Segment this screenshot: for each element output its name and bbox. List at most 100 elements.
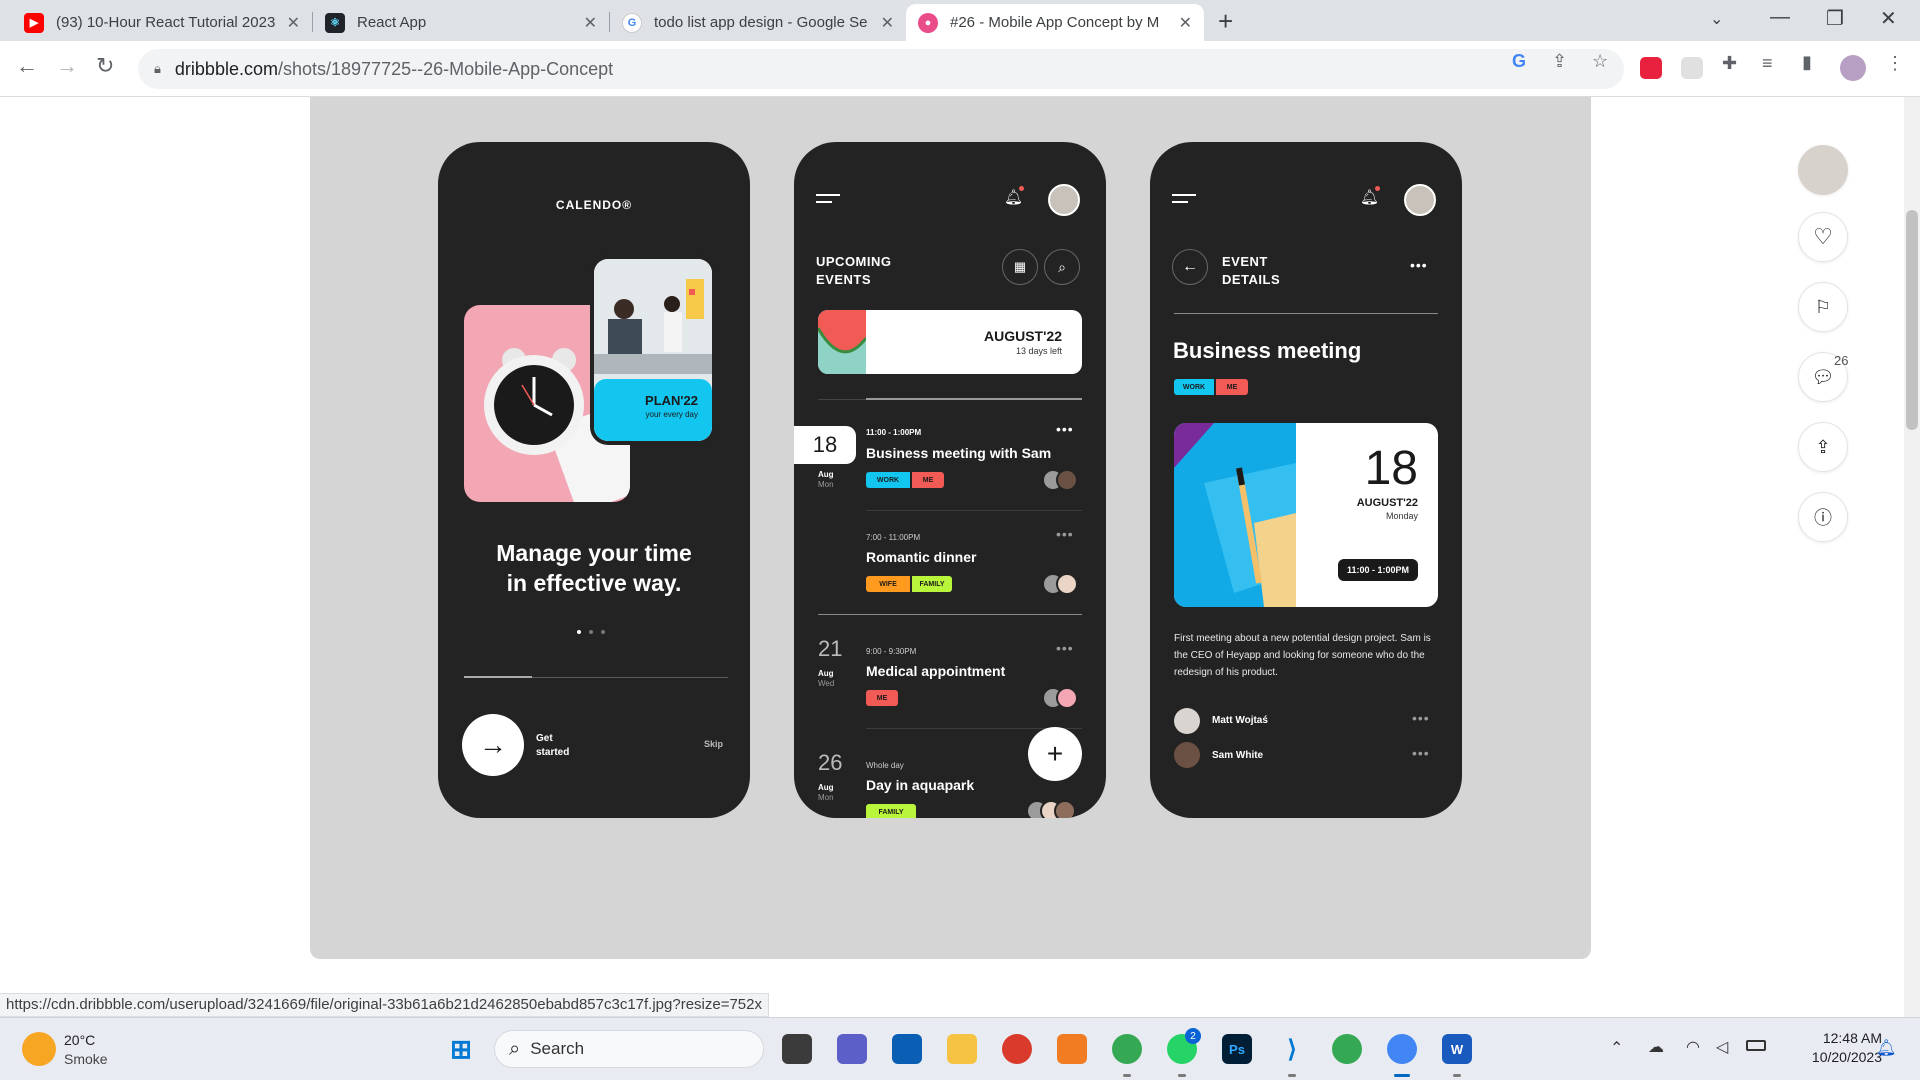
extensions-puzzle-icon[interactable]: ✚ bbox=[1722, 53, 1737, 74]
minimize-icon[interactable]: — bbox=[1770, 6, 1790, 29]
shot-canvas: CALENDO® PLAN'22 your every day Manage y… bbox=[310, 97, 1591, 959]
notification-bell-icon[interactable]: 🔔︎ bbox=[1876, 1038, 1896, 1058]
event-date: Aug Wed bbox=[818, 669, 835, 688]
close-tab-icon[interactable]: ✕ bbox=[881, 13, 894, 33]
user-avatar[interactable] bbox=[1404, 184, 1436, 216]
more-options-icon[interactable]: ••• bbox=[1410, 257, 1428, 273]
tab-youtube[interactable]: ▶ (93) 10-Hour React Tutorial 2023 ✕ bbox=[12, 4, 312, 41]
event-details-screen: 🔔︎ ← EVENT DETAILS ••• Business meeting … bbox=[1150, 142, 1462, 818]
more-options-icon[interactable]: ••• bbox=[1412, 710, 1430, 726]
url-host: dribbble.com bbox=[174, 58, 278, 79]
event-day-selected[interactable]: 18 bbox=[794, 426, 856, 464]
progress-fill bbox=[464, 676, 532, 678]
search-icon: ⌕ bbox=[509, 1037, 521, 1060]
month-card-title: AUGUST'22 bbox=[983, 328, 1062, 344]
tab-google-search[interactable]: G todo list app design - Google Se ✕ bbox=[610, 4, 906, 41]
forward-icon[interactable]: → bbox=[56, 53, 78, 79]
more-options-icon[interactable]: ••• bbox=[1056, 526, 1074, 542]
volume-icon[interactable]: ◁ bbox=[1716, 1037, 1728, 1057]
share-icon: ⇪ bbox=[1815, 436, 1831, 457]
add-event-button[interactable]: + bbox=[1028, 727, 1082, 781]
info-button[interactable]: ⓘ bbox=[1798, 492, 1848, 542]
side-panel-icon[interactable]: ▮ bbox=[1802, 52, 1812, 73]
bookmark-star-icon[interactable]: ☆ bbox=[1592, 51, 1608, 72]
hamburger-menu-icon[interactable] bbox=[1172, 194, 1196, 203]
weather-temp[interactable]: 20°C bbox=[64, 1032, 95, 1048]
designer-avatar[interactable] bbox=[1798, 145, 1848, 195]
event-title[interactable]: Medical appointment bbox=[866, 663, 1005, 679]
word-icon[interactable]: W bbox=[1442, 1034, 1472, 1064]
address-bar[interactable]: 🔒︎ dribbble.com/shots/18977725--26-Mobil… bbox=[138, 49, 1624, 89]
file-explorer-icon[interactable] bbox=[947, 1034, 977, 1064]
event-date-card: 18 AUGUST'22 Monday 11:00 - 1:00PM bbox=[1174, 423, 1438, 607]
event-day[interactable]: 26 bbox=[818, 750, 842, 776]
user-avatar[interactable] bbox=[1048, 184, 1080, 216]
more-options-icon[interactable]: ••• bbox=[1412, 745, 1430, 761]
more-options-icon[interactable]: ••• bbox=[1056, 640, 1074, 656]
attendee-name[interactable]: Matt Wojtaś bbox=[1212, 715, 1268, 726]
event-title[interactable]: Business meeting with Sam bbox=[866, 445, 1051, 461]
scroll-progress bbox=[866, 398, 1082, 400]
chrome-active-icon[interactable] bbox=[1387, 1034, 1417, 1064]
lock-icon: 🔒︎ bbox=[154, 61, 161, 76]
extension-grey-icon[interactable] bbox=[1681, 57, 1703, 79]
calendar-button[interactable]: ▦ bbox=[1002, 249, 1038, 285]
store-icon[interactable] bbox=[892, 1034, 922, 1064]
more-options-icon[interactable]: ••• bbox=[1056, 421, 1074, 437]
wifi-icon[interactable]: ◠ bbox=[1686, 1037, 1700, 1057]
share-icon[interactable]: ⇪ bbox=[1552, 51, 1567, 72]
menu-dots-icon[interactable]: ⋮ bbox=[1886, 53, 1904, 74]
xampp-icon[interactable] bbox=[1057, 1034, 1087, 1064]
reload-icon[interactable]: ↻ bbox=[96, 53, 114, 79]
tab-search-icon[interactable]: ⌄ bbox=[1710, 9, 1723, 29]
task-view-icon[interactable] bbox=[782, 1034, 812, 1064]
onedrive-icon[interactable]: ☁ bbox=[1648, 1037, 1664, 1057]
tab-dribbble[interactable]: ● #26 - Mobile App Concept by M ✕ bbox=[906, 4, 1204, 41]
windows-start-icon[interactable]: ⊞ bbox=[446, 1034, 476, 1064]
teams-icon[interactable] bbox=[837, 1034, 867, 1064]
clock[interactable]: 12:48 AM 10/20/2023 bbox=[1790, 1029, 1882, 1067]
weather-icon[interactable] bbox=[22, 1032, 56, 1066]
window-close-icon[interactable]: ✕ bbox=[1880, 6, 1897, 31]
restore-icon[interactable]: ❐ bbox=[1826, 6, 1844, 31]
get-started-label[interactable]: Get started bbox=[536, 732, 569, 760]
share-button[interactable]: ⇪ bbox=[1798, 422, 1848, 472]
tag-work: WORK bbox=[1174, 379, 1214, 395]
save-button[interactable]: ⚐ bbox=[1798, 282, 1848, 332]
vscode-icon[interactable]: ⟩ bbox=[1277, 1034, 1307, 1064]
tag-work: WORK bbox=[866, 472, 910, 488]
get-started-button[interactable]: → bbox=[462, 714, 524, 776]
chrome-profile-icon[interactable] bbox=[1332, 1034, 1362, 1064]
extension-red-icon[interactable] bbox=[1640, 57, 1662, 79]
event-day[interactable]: 21 bbox=[818, 636, 842, 662]
taskbar-search[interactable]: ⌕ Search bbox=[494, 1030, 764, 1068]
scrollbar-thumb[interactable] bbox=[1906, 210, 1918, 430]
profile-avatar[interactable] bbox=[1840, 55, 1866, 81]
back-button[interactable]: ← bbox=[1172, 249, 1208, 285]
search-button[interactable]: ⌕ bbox=[1044, 249, 1080, 285]
chrome-icon[interactable] bbox=[1112, 1034, 1142, 1064]
tab-react-app[interactable]: ⚛ React App ✕ bbox=[313, 4, 609, 41]
tray-chevron-icon[interactable]: ⌃ bbox=[1610, 1038, 1623, 1058]
close-tab-icon[interactable]: ✕ bbox=[1179, 13, 1192, 33]
app-red-icon[interactable] bbox=[1002, 1034, 1032, 1064]
event-title[interactable]: Day in aquapark bbox=[866, 777, 974, 793]
photoshop-icon[interactable]: Ps bbox=[1222, 1034, 1252, 1064]
close-tab-icon[interactable]: ✕ bbox=[287, 13, 300, 33]
event-date: Aug Mon bbox=[818, 470, 834, 489]
month-card[interactable]: AUGUST'22 13 days left bbox=[818, 310, 1082, 374]
new-tab-button[interactable]: + bbox=[1218, 6, 1233, 37]
whatsapp-badge: 2 bbox=[1185, 1028, 1201, 1044]
attendee-name[interactable]: Sam White bbox=[1212, 750, 1263, 761]
like-button[interactable]: ♡ bbox=[1798, 212, 1848, 262]
event-title[interactable]: Romantic dinner bbox=[866, 549, 976, 565]
event-month: AUGUST'22 bbox=[1356, 497, 1418, 509]
media-queue-icon[interactable]: ≡ bbox=[1762, 53, 1773, 74]
weather-desc[interactable]: Smoke bbox=[64, 1051, 108, 1067]
hamburger-menu-icon[interactable] bbox=[816, 194, 840, 203]
battery-icon[interactable] bbox=[1746, 1040, 1766, 1051]
google-lens-icon[interactable]: G bbox=[1512, 51, 1526, 72]
skip-link[interactable]: Skip bbox=[704, 739, 723, 749]
close-tab-icon[interactable]: ✕ bbox=[584, 13, 597, 33]
back-icon[interactable]: ← bbox=[16, 53, 38, 79]
